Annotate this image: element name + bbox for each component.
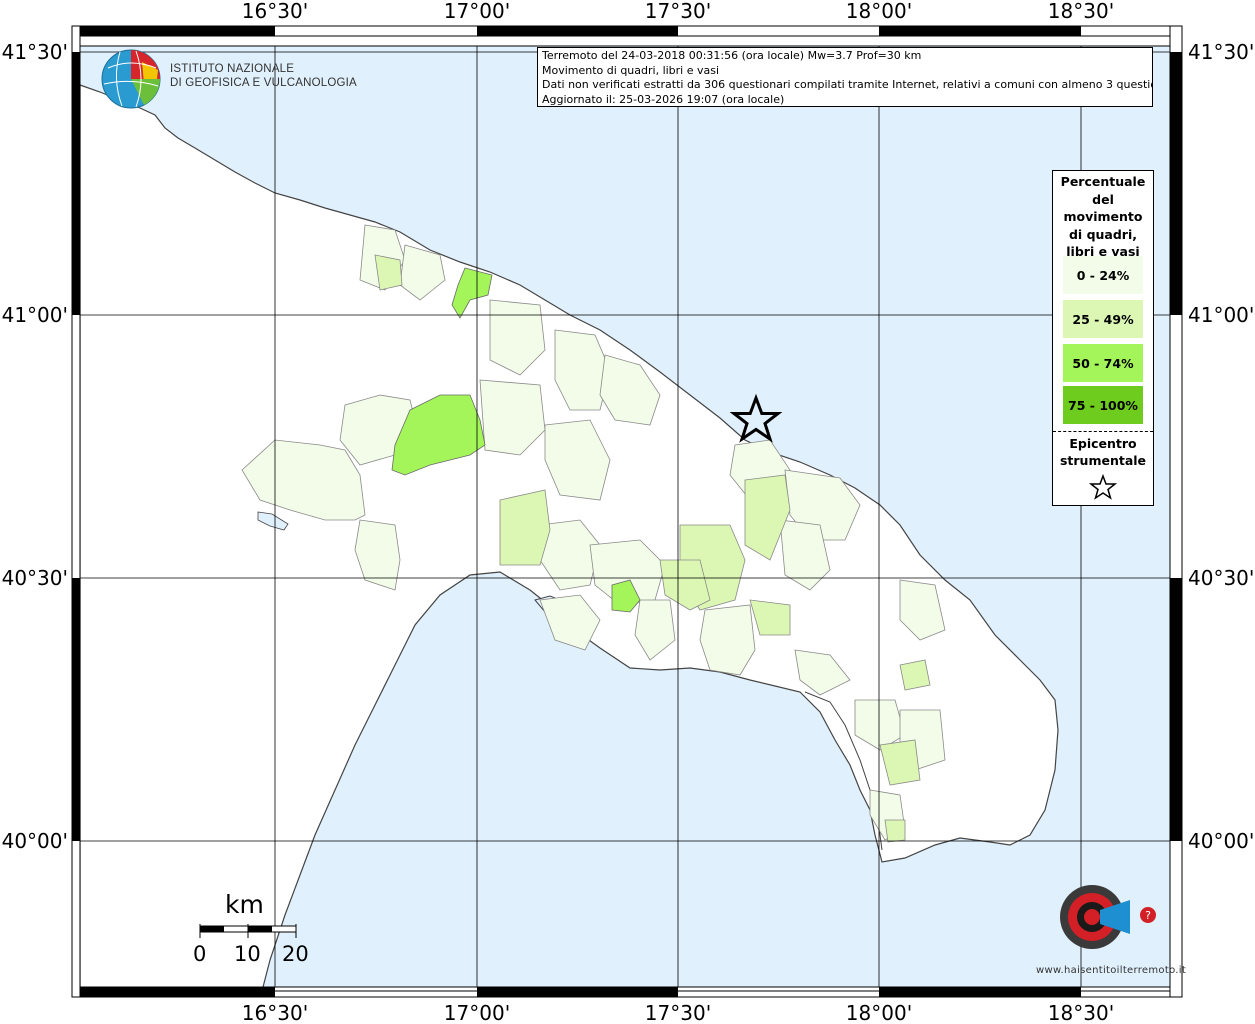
event-data-note: Dati non verificati estratti da 306 ques… [542, 78, 1153, 91]
legend-title-line: di quadri, [1068, 226, 1137, 242]
right-label-4: 40°00' [1188, 829, 1254, 853]
bottom-label-3: 17°30' [645, 1001, 711, 1024]
right-axis-labels: 41°30' 41°00' 40°30' 40°00' [1188, 40, 1254, 853]
left-label-1: 41°30' [2, 40, 68, 64]
top-label-5: 18°30' [1048, 0, 1114, 23]
bottom-label-4: 18°00' [846, 1001, 912, 1024]
event-info-box: Terremoto del 24-03-2018 00:31:56 (ora l… [537, 47, 1153, 107]
bottom-label-5: 18°30' [1048, 1001, 1114, 1024]
left-axis-labels: 41°30' 41°00' 40°30' 40°00' [2, 40, 68, 853]
top-label-2: 17°00' [444, 0, 510, 23]
legend-epicenter-line: Epicentro [1069, 436, 1137, 451]
legend-swatch-75-100: 75 - 100% [1063, 386, 1143, 424]
bottom-axis-labels: 16°30' 17°00' 17°30' 18°00' 18°30' [242, 1001, 1114, 1024]
haisentito-logo-text-wrap: www.haisentitoilterremoto.it [1030, 855, 1186, 980]
bottom-label-2: 17°00' [444, 1001, 510, 1024]
legend-epicenter-label: Epicentro strumentale [1053, 435, 1153, 469]
legend-swatch-25-49: 25 - 49% [1063, 300, 1143, 338]
ingv-logo: ISTITUTO NAZIONALE DI GEOFISICA E VULCAN… [100, 48, 357, 110]
event-updated: Aggiornato il: 25-03-2026 19:07 (ora loc… [542, 92, 785, 106]
right-label-1: 41°30' [1188, 40, 1254, 64]
right-label-2: 41°00' [1188, 303, 1254, 327]
ingv-logo-text: ISTITUTO NAZIONALE DI GEOFISICA E VULCAN… [170, 62, 357, 90]
top-label-3: 17°30' [645, 0, 711, 23]
event-title: Terremoto del 24-03-2018 00:31:56 (ora l… [542, 49, 922, 62]
scale-label-10: 10 [234, 942, 261, 966]
ingv-logo-line2: DI GEOFISICA E VULCANOLOGIA [170, 77, 357, 89]
legend-title: Percentuale del movimento di quadri, lib… [1053, 171, 1153, 261]
top-label-4: 18°00' [846, 0, 912, 23]
legend-swatch-50-74: 50 - 74% [1063, 344, 1143, 382]
left-label-3: 40°30' [2, 566, 68, 590]
ingv-logo-line1: ISTITUTO NAZIONALE [170, 63, 295, 75]
legend-separator [1053, 431, 1153, 432]
scale-bar: km 0 10 20 [185, 890, 315, 970]
haisentito-logo-text: www.haisentitoilterremoto.it [1036, 965, 1187, 976]
scale-bar-graphic [199, 924, 297, 938]
legend: Percentuale del movimento di quadri, lib… [1052, 170, 1154, 506]
legend-title-line: movimento [1063, 209, 1143, 224]
scale-label-0: 0 [193, 942, 207, 966]
haisentito-logo: ? www.haisentitoilterremoto.it [1030, 855, 1186, 980]
legend-star-icon [1089, 474, 1117, 500]
bottom-label-1: 16°30' [242, 1001, 308, 1024]
top-axis-labels: 16°30' 17°00' 17°30' 18°00' 18°30' [242, 0, 1114, 23]
ingv-globe-icon [101, 49, 161, 109]
scale-unit: km [225, 890, 264, 919]
scale-label-20: 20 [282, 942, 309, 966]
legend-title-line: Percentuale [1060, 174, 1146, 189]
legend-title-line: del [1092, 191, 1114, 207]
left-label-4: 40°00' [2, 829, 68, 853]
event-parameter: Movimento di quadri, libri e vasi [542, 63, 720, 77]
legend-epicenter-line: strumentale [1059, 453, 1147, 468]
legend-swatch-0-24: 0 - 24% [1063, 256, 1143, 294]
top-label-1: 16°30' [242, 0, 308, 23]
right-label-3: 40°30' [1188, 566, 1254, 590]
left-label-2: 41°00' [2, 303, 68, 327]
